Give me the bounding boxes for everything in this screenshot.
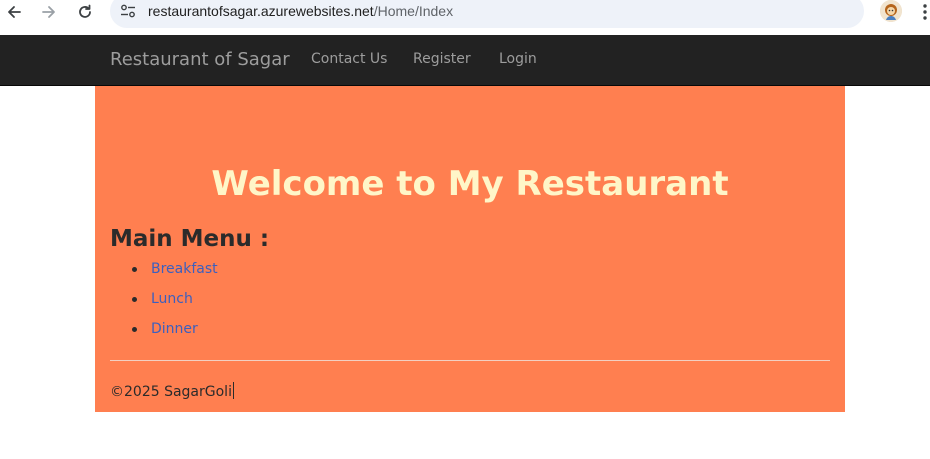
reload-icon (79, 4, 91, 18)
list-item: Dinner (110, 318, 218, 348)
menu-link-dinner[interactable]: Dinner (151, 321, 198, 337)
welcome-heading: Welcome to My Restaurant (211, 164, 729, 204)
footer: ©2025 SagarGoli (110, 382, 234, 400)
brand-link[interactable]: Restaurant of Sagar (110, 49, 290, 70)
url-text[interactable]: restaurantofsagar.azurewebsites.net/Home… (148, 3, 453, 19)
nav-link-contact-us[interactable]: Contact Us (311, 51, 387, 67)
footer-divider (110, 360, 830, 361)
content-panel: Welcome to My Restaurant Main Menu : Bre… (95, 86, 845, 412)
arrow-right-icon (42, 6, 55, 18)
forward-button[interactable] (37, 1, 61, 23)
main-menu-heading: Main Menu : (110, 226, 270, 252)
text-cursor (232, 382, 234, 399)
site-navbar: Restaurant of Sagar Contact Us Register … (0, 35, 930, 86)
avatar-icon[interactable] (880, 0, 902, 22)
nav-link-register[interactable]: Register (413, 51, 471, 67)
footer-text: ©2025 SagarGoli (110, 384, 232, 400)
list-item: Breakfast (110, 258, 218, 288)
back-button[interactable] (2, 1, 26, 23)
url-host: restaurantofsagar.azurewebsites.net (148, 3, 374, 19)
list-item: Lunch (110, 288, 218, 318)
url-path: /Home/Index (373, 3, 454, 19)
arrow-left-icon (8, 6, 21, 18)
nav-link-login[interactable]: Login (499, 51, 537, 67)
kebab-menu-icon[interactable] (920, 2, 930, 22)
browser-toolbar: restaurantofsagar.azurewebsites.net/Home… (0, 0, 930, 35)
menu-link-lunch[interactable]: Lunch (151, 291, 193, 307)
menu-link-breakfast[interactable]: Breakfast (151, 261, 218, 277)
address-bar[interactable]: restaurantofsagar.azurewebsites.net/Home… (110, 0, 864, 28)
tune-icon[interactable] (120, 3, 136, 19)
reload-button[interactable] (73, 1, 97, 23)
menu-list: Breakfast Lunch Dinner (110, 258, 218, 348)
